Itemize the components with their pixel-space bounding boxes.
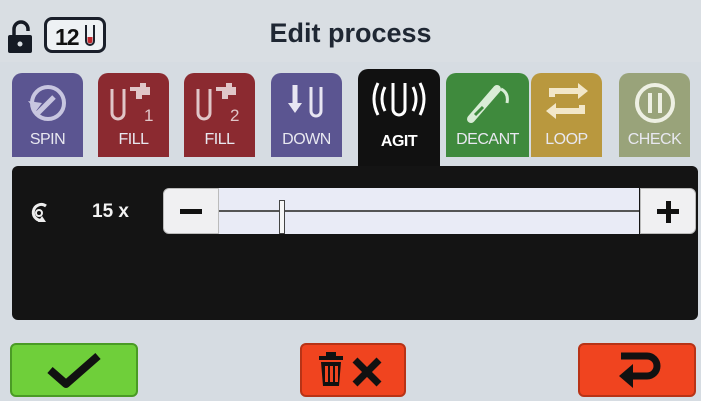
fill-2-tap-icon: 2 xyxy=(196,83,239,125)
tab-label: FILL xyxy=(118,131,149,148)
tab-label: CHECK xyxy=(627,131,682,148)
down-arrows-icon xyxy=(287,85,322,118)
tab-agit[interactable]: AGIT xyxy=(358,69,440,167)
tab-label: FILL xyxy=(204,131,235,148)
slider-thumb[interactable] xyxy=(279,200,285,234)
tab-fill-2[interactable]: 2 FILL xyxy=(184,73,255,157)
svg-text:2: 2 xyxy=(230,106,239,125)
repeat-count-icon xyxy=(31,202,47,222)
svg-text:1: 1 xyxy=(144,106,153,125)
fill-1-tap-icon: 1 xyxy=(110,83,153,125)
screen: 12 Edit process SPIN 1 FILL 2 FILL DOWN … xyxy=(0,0,701,401)
header-bar: 12 Edit process xyxy=(0,0,701,62)
decrement-button[interactable] xyxy=(163,188,219,234)
agitation-slider[interactable] xyxy=(219,188,639,234)
tab-decant[interactable]: DECANT xyxy=(446,73,529,157)
agitation-count-value: 15 x xyxy=(92,201,129,222)
tab-label: SPIN xyxy=(29,131,66,148)
tab-loop[interactable]: LOOP xyxy=(531,73,602,157)
tab-check[interactable]: CHECK xyxy=(619,73,690,157)
tab-spin[interactable]: SPIN xyxy=(12,73,83,157)
pause-check-icon xyxy=(634,83,675,123)
decant-icon xyxy=(466,85,509,123)
agitate-icon xyxy=(372,82,426,117)
return-arrow-icon xyxy=(619,352,661,388)
increment-button[interactable] xyxy=(640,188,696,234)
loop-icon xyxy=(545,83,588,119)
tab-label: DECANT xyxy=(456,131,519,148)
tab-label: DOWN xyxy=(282,131,331,148)
checkmark-icon xyxy=(47,352,101,388)
tab-fill-1[interactable]: 1 FILL xyxy=(98,73,169,157)
minus-icon xyxy=(180,209,202,214)
confirm-button[interactable] xyxy=(10,343,138,397)
tab-label: AGIT xyxy=(380,133,418,150)
spin-icon xyxy=(27,85,66,121)
plus-icon-v xyxy=(665,201,671,223)
tab-label: LOOP xyxy=(545,131,588,148)
page-title: Edit process xyxy=(269,18,432,48)
delete-button[interactable] xyxy=(300,343,406,397)
tab-down[interactable]: DOWN xyxy=(271,73,342,157)
back-button[interactable] xyxy=(578,343,696,397)
trash-x-icon xyxy=(319,352,382,387)
